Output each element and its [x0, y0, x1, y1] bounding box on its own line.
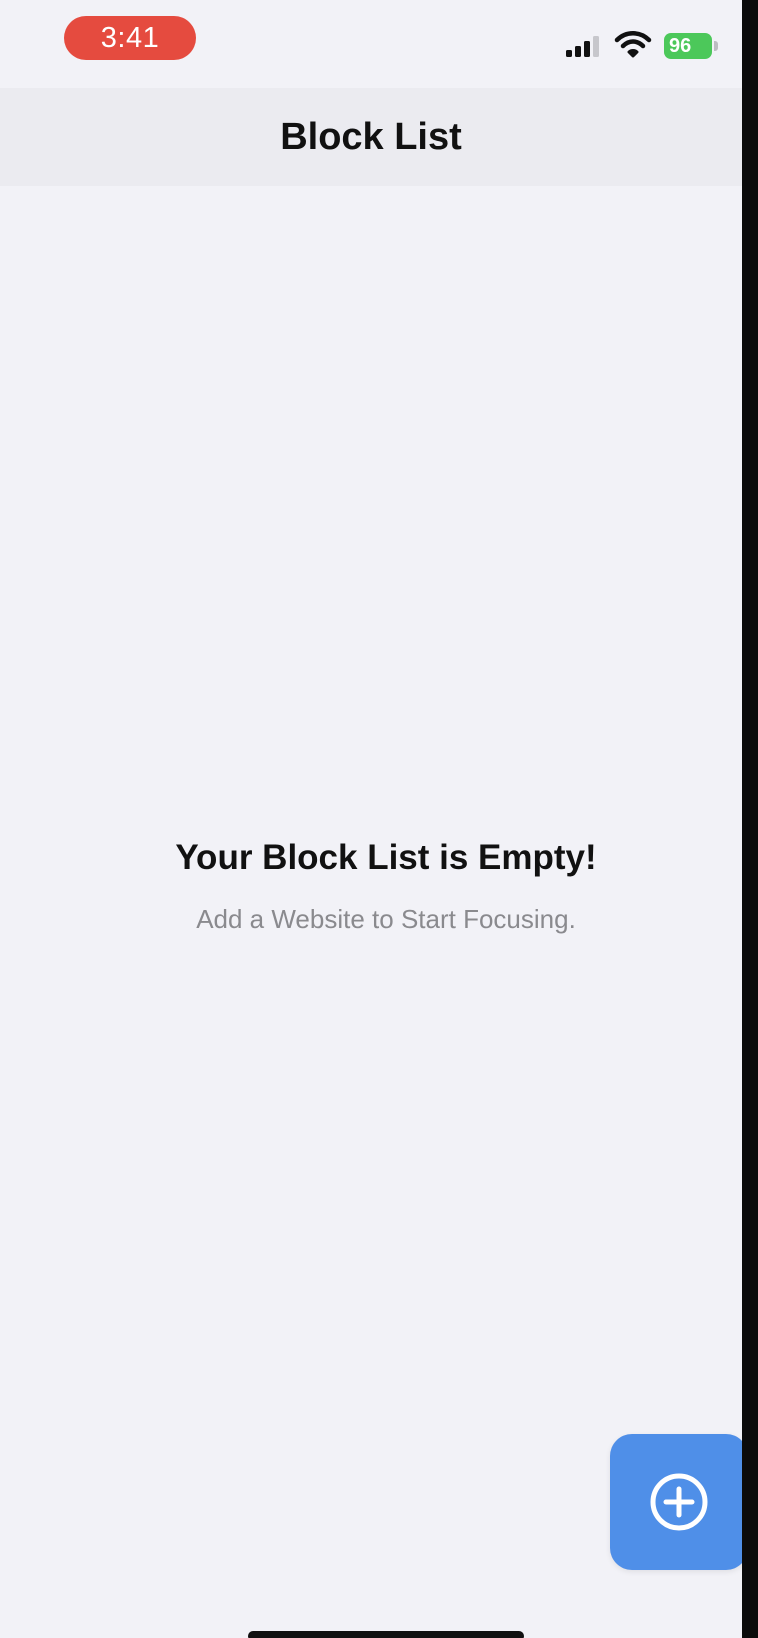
screen-edge [742, 0, 758, 1638]
wifi-icon [614, 31, 652, 58]
battery-level: 96 [664, 33, 712, 59]
status-bar: 3:41 96 [0, 0, 742, 88]
battery-cap [714, 41, 718, 51]
battery-charging-icon: 96 [664, 33, 718, 59]
screen: 3:41 96 Block List Your Block List is Em… [0, 0, 758, 1638]
navigation-bar: Block List [0, 88, 742, 186]
cellular-signal-icon [566, 36, 599, 57]
add-website-button[interactable] [610, 1434, 748, 1570]
status-time[interactable]: 3:41 [64, 16, 196, 60]
plus-circle-icon [650, 1473, 708, 1531]
empty-state-subtitle: Add a Website to Start Focusing. [196, 904, 576, 934]
home-indicator[interactable] [248, 1631, 524, 1638]
empty-state-title: Your Block List is Empty! [175, 838, 597, 877]
page-title: Block List [280, 116, 462, 158]
